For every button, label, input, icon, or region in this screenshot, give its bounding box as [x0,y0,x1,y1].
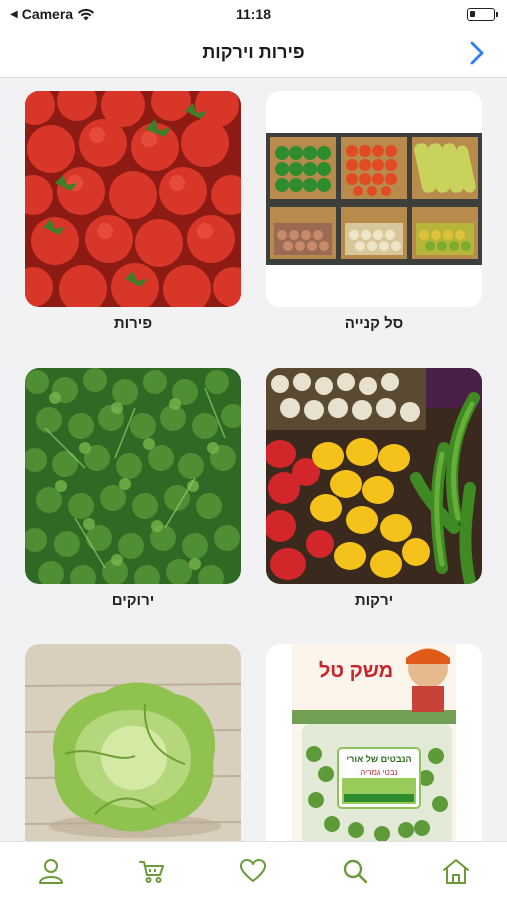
heart-icon [240,859,267,882]
category-image-fruits [25,91,241,307]
category-tile-lettuce[interactable] [25,644,241,841]
tab-profile[interactable] [21,849,81,893]
category-image-vegetables [266,368,482,584]
tab-favorites[interactable] [223,849,283,893]
back-button[interactable] [465,40,489,66]
category-tile-fruits[interactable]: פירות [25,91,241,332]
package-brand-text: משק טל [318,660,394,682]
category-label-basket: סל קנייה [344,315,404,332]
category-image-sprouts: משק טל הנבטים של אורי נבטי גמריה [266,644,482,841]
page-title: פירות וירקות [202,42,305,62]
status-bar: ◀ Camera 11:18 [0,0,507,28]
home-icon [443,859,470,884]
category-grid: סל קנייה פירות ירקות ירוקים משק טל הנבטי… [0,79,507,841]
back-to-app[interactable]: ◀ Camera [10,6,95,22]
back-app-label: Camera [21,6,74,22]
chevron-right-icon [470,41,484,65]
category-image-basket [266,91,482,307]
tab-cart[interactable] [122,849,182,893]
tab-search[interactable] [325,849,385,893]
tab-home[interactable] [426,849,486,893]
category-image-greens [25,368,241,584]
cart-icon [139,861,165,883]
wifi-icon [77,8,95,20]
battery-icon [467,7,498,21]
user-icon [38,859,63,884]
navigation-bar: פירות וירקות [0,28,507,78]
package-label-text: הנבטים של אורי [346,754,412,764]
package-sub-text: נבטי גמריה [360,768,398,777]
category-image-lettuce [25,644,241,841]
category-label-greens: ירוקים [111,592,155,609]
bottom-tab-bar [0,841,507,900]
back-triangle-icon: ◀ [10,8,18,20]
category-label-vegetables: ירקות [354,592,394,609]
category-tile-basket[interactable]: סל קנייה [266,91,482,332]
category-tile-sprouts[interactable]: משק טל הנבטים של אורי נבטי גמריה [266,644,482,841]
search-icon [343,859,368,884]
category-tile-greens[interactable]: ירוקים [25,368,241,609]
category-label-fruits: פירות [113,315,153,332]
category-tile-vegetables[interactable]: ירקות [266,368,482,609]
